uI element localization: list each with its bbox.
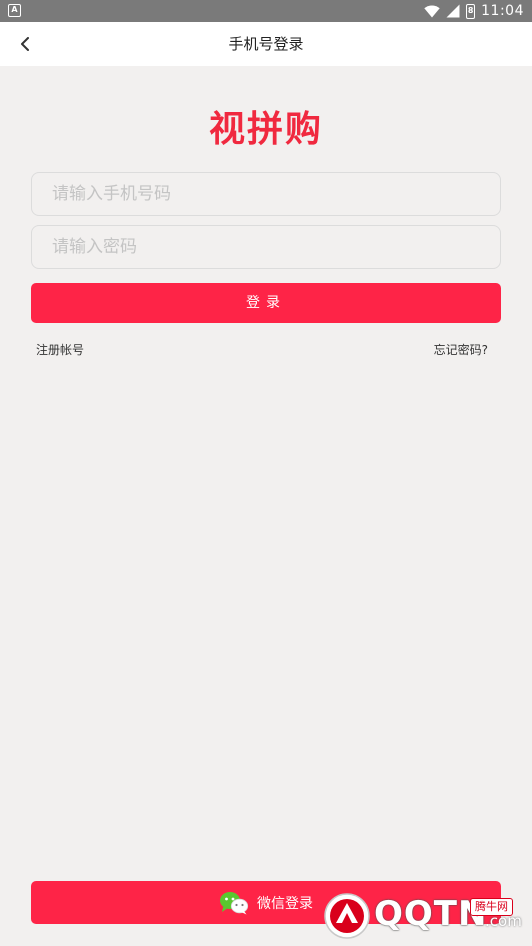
register-link[interactable]: 注册帐号: [36, 341, 84, 358]
qqtn-logo-icon: [324, 893, 370, 939]
signal-icon: [446, 4, 460, 18]
login-button[interactable]: 登录: [31, 283, 501, 323]
wechat-login-label: 微信登录: [257, 895, 313, 912]
phone-input[interactable]: [32, 173, 500, 215]
password-field-container: [31, 225, 501, 269]
status-indicators: 8 11:04: [424, 0, 524, 22]
watermark: QQTN 腾牛网 .com: [320, 882, 525, 942]
page-title: 手机号登录: [228, 35, 304, 53]
battery-icon: 8: [466, 3, 476, 19]
status-bar: A 8 11:04: [0, 0, 532, 22]
wechat-icon: [220, 891, 249, 914]
phone-field-container: [31, 172, 501, 216]
status-time: 11:04: [481, 3, 524, 19]
notification-app-icon: A: [8, 4, 21, 17]
password-input[interactable]: [32, 226, 500, 268]
app-logo: 视拼购: [208, 109, 323, 150]
wifi-icon: [424, 5, 440, 17]
watermark-suffix: .com: [485, 912, 522, 930]
header-bar: 手机号登录: [0, 22, 532, 66]
forgot-password-link[interactable]: 忘记密码?: [434, 341, 488, 358]
